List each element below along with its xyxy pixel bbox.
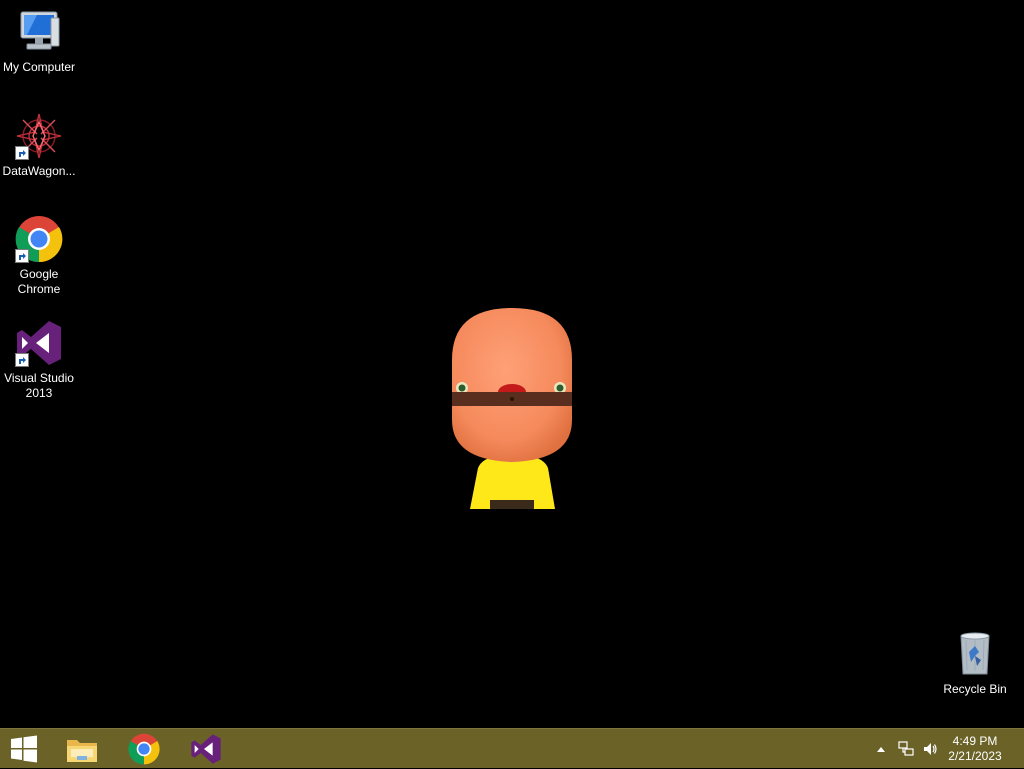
shortcut-arrow-icon: [15, 353, 29, 367]
datawagon-icon: [15, 112, 63, 160]
chrome-icon: [128, 733, 160, 765]
taskbar-clock[interactable]: 4:49 PM 2/21/2023: [940, 734, 1010, 764]
windows-logo-icon: [11, 735, 37, 763]
visual-studio-desktop-icon[interactable]: Visual Studio 2013: [0, 319, 78, 401]
file-explorer-icon: [67, 740, 97, 762]
visual-studio-label: Visual Studio 2013: [4, 371, 74, 400]
visual-studio-icon: [191, 734, 221, 764]
shortcut-arrow-icon: [15, 249, 29, 263]
recycle-bin-desktop-icon[interactable]: Recycle Bin: [936, 630, 1014, 697]
network-icon: [898, 741, 914, 756]
wallpaper-character-image: [440, 300, 585, 512]
datawagon-label: DataWagon...: [2, 164, 76, 178]
show-hidden-icons-button[interactable]: [872, 729, 890, 769]
taskbar-visual-studio-button[interactable]: [180, 729, 232, 769]
speaker-icon: [924, 743, 937, 755]
volume-tray-button[interactable]: [919, 729, 941, 769]
recycle-bin-icon: [951, 630, 999, 678]
desktop[interactable]: My Computer DataWagon... Google Chrome V…: [0, 0, 1024, 728]
network-tray-button[interactable]: [895, 729, 917, 769]
my-computer-label: My Computer: [2, 60, 76, 74]
datawagon-desktop-icon[interactable]: DataWagon...: [0, 112, 78, 179]
taskbar: 4:49 PM 2/21/2023: [0, 728, 1024, 768]
shortcut-arrow-icon: [15, 146, 29, 160]
google-chrome-label: Google Chrome: [17, 267, 61, 296]
my-computer-desktop-icon[interactable]: My Computer: [0, 8, 78, 75]
chevron-up-icon: [877, 747, 885, 752]
visual-studio-icon: [15, 319, 63, 367]
clock-time: 4:49 PM: [952, 734, 998, 748]
chrome-icon: [15, 215, 63, 263]
clock-date: 2/21/2023: [948, 749, 1002, 763]
google-chrome-desktop-icon[interactable]: Google Chrome: [0, 215, 78, 297]
start-button[interactable]: [0, 729, 48, 769]
computer-icon: [15, 8, 63, 56]
recycle-bin-label: Recycle Bin: [943, 682, 1007, 696]
taskbar-chrome-button[interactable]: [118, 729, 170, 769]
taskbar-file-explorer-button[interactable]: [56, 729, 108, 769]
